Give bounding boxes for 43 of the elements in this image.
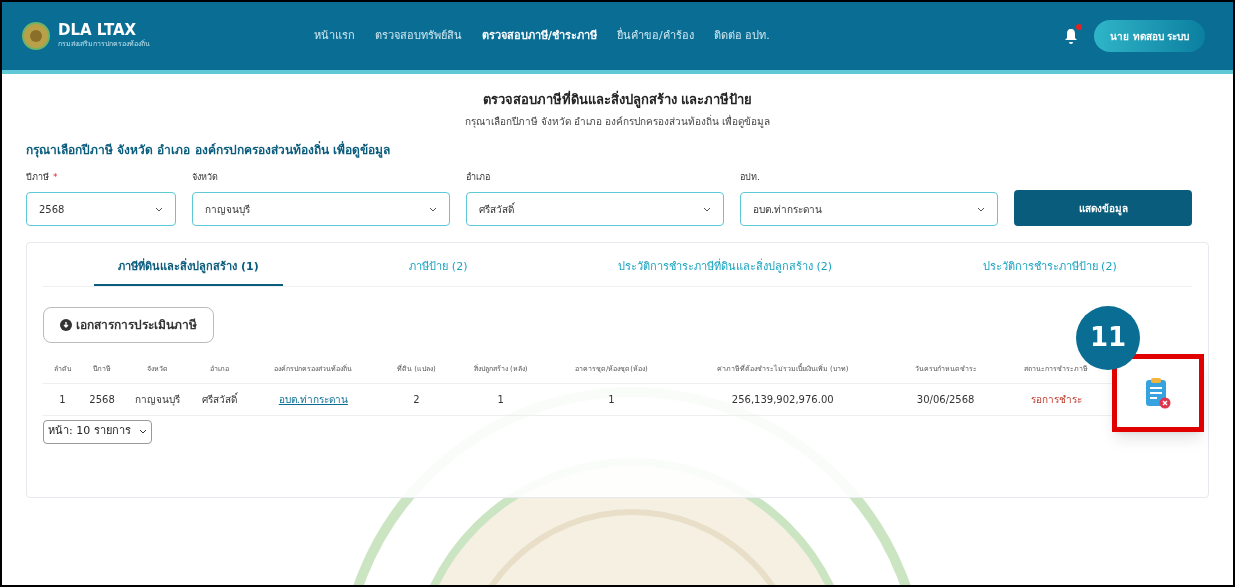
table-cell: ศรีสวัสดิ์ — [192, 383, 247, 415]
page-size-select[interactable]: หน้า: 10 รายการ — [43, 419, 152, 444]
logo-title: DLA LTAX — [58, 22, 138, 38]
table-cell: 2 — [380, 383, 453, 415]
nav-link[interactable]: ตรวจสอบทรัพย์สิน — [375, 27, 462, 45]
nav-link[interactable]: ติดต่อ อปท. — [713, 27, 770, 45]
select-field[interactable]: อบต.ท่ากระดาน — [740, 192, 998, 226]
table-cell: 2568 — [81, 383, 123, 415]
download-button[interactable]: เอกสารการประเมินภาษี — [43, 306, 214, 343]
required-mark: * — [53, 170, 58, 184]
download-icon — [60, 318, 72, 331]
filter-label: ปีภาษี — [26, 170, 49, 184]
table-cell: กาญจนบุรี — [122, 383, 193, 415]
select-field[interactable]: ศรีสวัสดิ์ — [466, 192, 724, 226]
chevron-icon — [155, 206, 163, 212]
tab[interactable]: ภาษีที่ดินและสิ่งปลูกสร้าง (1) — [94, 259, 283, 286]
chevron-icon — [977, 206, 985, 212]
show-data-button[interactable]: แสดงข้อมูล — [1014, 190, 1192, 226]
select-field[interactable]: กาญจนบุรี — [192, 192, 450, 226]
table-cell: 1 — [452, 383, 549, 415]
org-link[interactable]: อบต.ท่ากระดาน — [246, 383, 381, 415]
nav-link[interactable]: หน้าแรก — [314, 27, 355, 45]
page-title: ตรวจสอบภาษีที่ดินและสิ่งปลูกสร้าง และภาษีป้าย — [482, 90, 753, 110]
filter-label: อปท. — [740, 170, 760, 184]
nav-link[interactable]: ตรวจสอบภาษี/ชำระภาษี — [482, 27, 598, 45]
user-button[interactable]: นาย ทดสอบ ระบบ — [1094, 20, 1205, 52]
table-cell: 256,139,902,976.00 — [674, 383, 892, 415]
filter-label: อำเภอ — [466, 170, 490, 184]
table-cell: 30/06/2568 — [891, 383, 1001, 415]
chevron-icon — [138, 429, 147, 434]
nav-link[interactable]: ยื่นคำขอ/คำร้อง — [617, 27, 694, 45]
status-text: รอการชำระ — [1000, 383, 1112, 415]
page-subtitle: กรุณาเลือกปีภาษี จังหวัด อำเภอ องค์กรปกครองส่วนท้องถิ่น เพื่อดูข้อมูล — [464, 113, 771, 129]
logo-icon — [22, 22, 50, 50]
filter-label: จังหวัด — [192, 170, 218, 184]
table-cell: 1 — [548, 383, 675, 415]
filter-heading: กรุณาเลือกปีภาษี จังหวัด อำเภอ องค์กรปกครองส่วนท้องถิ่น เพื่อดูข้อมูล — [26, 140, 391, 159]
select-field[interactable]: 2568 — [26, 192, 176, 226]
chevron-icon — [703, 206, 711, 212]
bell-icon[interactable] — [1064, 28, 1079, 44]
table-cell: 1 — [43, 383, 82, 415]
clipboard-x-icon[interactable] — [1145, 376, 1171, 409]
chevron-icon — [429, 206, 437, 212]
